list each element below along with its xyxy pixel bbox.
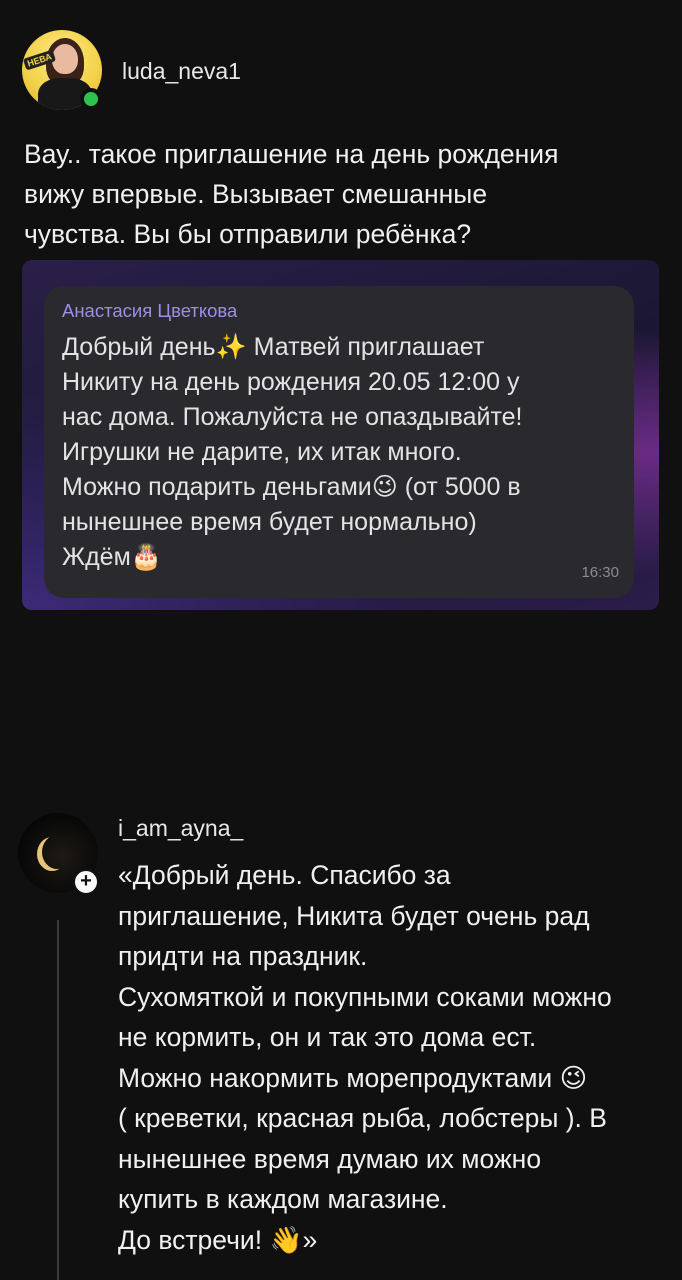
follow-plus-button[interactable]: + [72,868,100,896]
crescent-moon-icon [42,835,72,869]
reply-author-username[interactable]: i_am_ayna_ [118,815,243,842]
post-text-line: вижу впервые. Вызывает смешанные [24,179,488,209]
reply-text-line: нынешнее время думаю их можно [118,1143,542,1174]
chat-message-line: нас дома. Пожалуйста не опаздывайте! [62,403,523,431]
thread-line [57,920,59,1280]
chat-message-line: Добрый день✨ Матвей приглашает [62,333,485,361]
chat-message-line: Игрушки не дарите, их итак много. [62,438,462,466]
reply-text: «Добрый день. Спасибо за приглашение, Ни… [118,855,678,1260]
chat-message-text: Добрый день✨ Матвей приглашает Никиту на… [62,330,617,575]
reply-text-line: приглашение, Никита будет очень рад [118,900,590,931]
reply-text-line: купить в каждом магазине. [118,1184,448,1214]
chat-message-line: Никиту на день рождения 20.05 12:00 у [62,368,520,396]
reply-text-line: «Добрый день. Спасибо за [118,860,451,890]
chat-message-line: Ждём🎂 [62,543,162,571]
chat-message-time: 16:30 [581,564,619,581]
post-text-line: Вау.. такое приглашение на день рождения [24,139,559,169]
reply-text-line: Можно накормить морепродуктами 😉 [118,1062,588,1093]
reply-text-line: Сухомяткой и покупными соками можно [118,981,612,1012]
reply-text-line: придти на праздник. [118,941,368,971]
post-author-username[interactable]: luda_neva1 [122,58,241,85]
attached-screenshot-image[interactable]: Анастасия Цветкова Добрый день✨ Матвей п… [22,260,659,610]
post-text: Вау.. такое приглашение на день рождения… [24,134,644,254]
post-text-line: чувства. Вы бы отправили ребёнка? [24,219,472,249]
chat-message-line: Можно подарить деньгами😉 (от 5000 в [62,473,521,501]
chat-sender-name: Анастасия Цветкова [62,300,238,321]
reply-text-line: ( креветки, красная рыба, лобстеры ). В [118,1103,607,1133]
online-status-icon [80,88,102,110]
reply-text-line: До встречи! 👋» [118,1224,318,1255]
chat-message-line: нынешнее время будет нормально) [62,508,477,536]
avatar-face [52,44,78,74]
reply-text-line: не кормить, он и так это дома ест. [118,1022,537,1052]
